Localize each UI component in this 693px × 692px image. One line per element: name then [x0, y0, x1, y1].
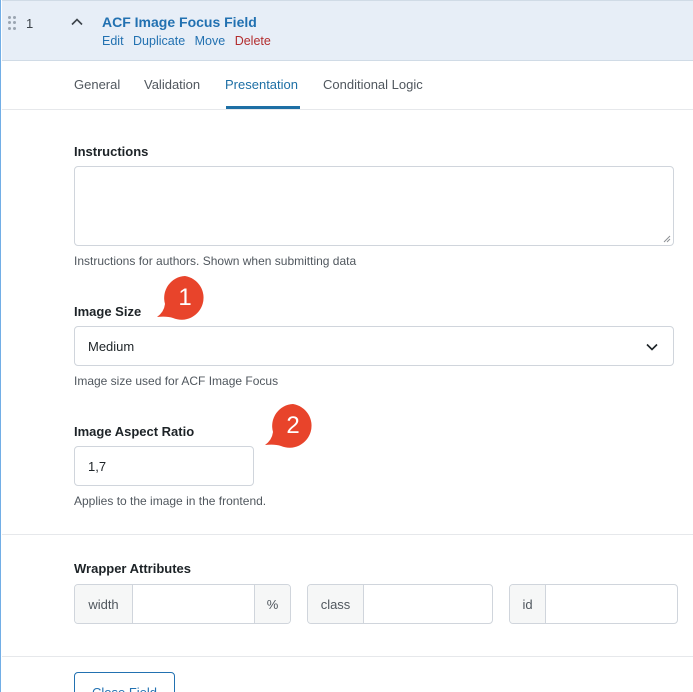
aspect-ratio-input[interactable]: 1,7: [74, 446, 254, 486]
instructions-description: Instructions for authors. Shown when sub…: [74, 254, 357, 268]
tab-conditional-logic[interactable]: Conditional Logic: [323, 77, 423, 92]
width-prefix: width: [75, 585, 133, 623]
class-prefix: class: [308, 585, 364, 623]
field-title[interactable]: ACF Image Focus Field: [102, 14, 257, 30]
aspect-ratio-value: 1,7: [88, 459, 107, 474]
drag-handle-icon[interactable]: [8, 16, 16, 30]
wrapper-class-group: class: [307, 584, 493, 624]
tab-presentation[interactable]: Presentation: [225, 77, 298, 92]
wrapper-width-input[interactable]: [133, 585, 254, 623]
chevron-up-icon[interactable]: [70, 15, 84, 29]
section-divider: [2, 656, 693, 657]
wrapper-class-input[interactable]: [364, 585, 492, 623]
id-prefix: id: [510, 585, 546, 623]
callout-number-2: 2: [286, 412, 300, 439]
row-actions: Edit Duplicate Move Delete: [102, 34, 277, 48]
settings-tabs: General Validation Presentation Conditio…: [2, 61, 693, 110]
image-size-label: Image Size: [74, 304, 142, 319]
chevron-down-icon: [646, 343, 658, 351]
wrapper-width-group: width %: [74, 584, 291, 624]
field-panel: 1 ACF Image Focus Field Edit Duplicate M…: [0, 0, 693, 692]
aspect-ratio-description: Applies to the image in the frontend.: [74, 494, 267, 508]
edit-link[interactable]: Edit: [102, 34, 124, 48]
field-order: 1: [26, 16, 34, 31]
wrapper-id-group: id: [509, 584, 678, 624]
resize-grip-icon[interactable]: [663, 235, 671, 243]
image-size-select[interactable]: Medium: [74, 326, 674, 366]
image-size-description: Image size used for ACF Image Focus: [74, 374, 279, 388]
close-field-button[interactable]: Close Field: [74, 672, 175, 692]
active-tab-indicator: [226, 106, 300, 109]
field-header[interactable]: 1 ACF Image Focus Field Edit Duplicate M…: [2, 0, 693, 61]
tab-validation[interactable]: Validation: [144, 77, 200, 92]
width-unit-suffix: %: [254, 585, 290, 623]
wrapper-id-input[interactable]: [546, 585, 677, 623]
callout-number-1: 1: [178, 284, 192, 311]
section-divider: [2, 534, 693, 535]
delete-link[interactable]: Delete: [235, 34, 271, 48]
instructions-textarea[interactable]: [74, 166, 674, 246]
aspect-ratio-label: Image Aspect Ratio: [74, 424, 195, 439]
instructions-label: Instructions: [74, 144, 149, 159]
duplicate-link[interactable]: Duplicate: [133, 34, 185, 48]
move-link[interactable]: Move: [195, 34, 226, 48]
tab-general[interactable]: General: [74, 77, 120, 92]
wrapper-attributes-label: Wrapper Attributes: [74, 561, 192, 576]
image-size-value: Medium: [88, 339, 135, 354]
